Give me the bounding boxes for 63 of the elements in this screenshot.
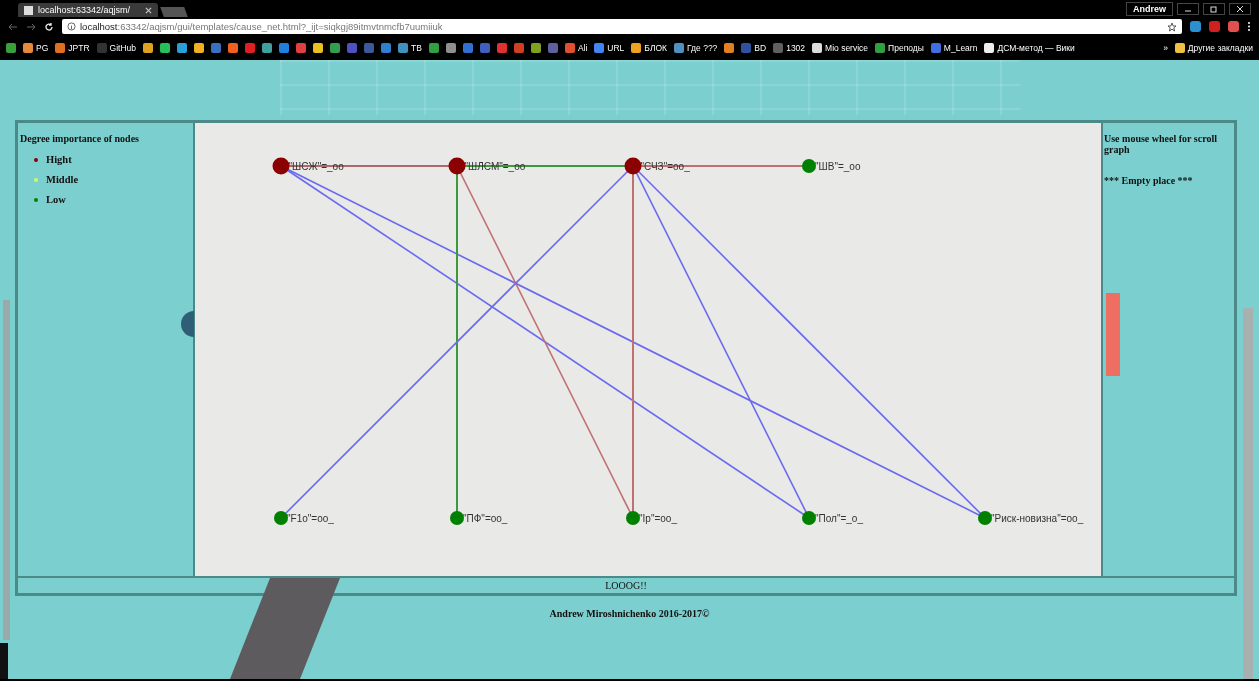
dark-strip xyxy=(0,643,8,679)
bookmark[interactable]: JPTR xyxy=(53,43,92,53)
bookmark[interactable]: BD xyxy=(739,43,769,53)
graph-node[interactable] xyxy=(272,157,290,175)
close-icon xyxy=(1236,4,1244,13)
star-icon[interactable] xyxy=(1167,21,1177,32)
minimize-button[interactable] xyxy=(1177,2,1199,15)
node-label: "Пол"=_o_ xyxy=(815,513,863,524)
graph-node[interactable] xyxy=(978,511,992,525)
node-label: "ПФ"=oo_ xyxy=(463,513,508,524)
extension-icon[interactable] xyxy=(1228,21,1239,32)
bookmark[interactable]: M_Learn xyxy=(928,43,980,53)
graph-node[interactable] xyxy=(274,511,288,525)
extension-icon[interactable] xyxy=(1209,21,1220,32)
bookmark[interactable]: ДСМ-метод — Вики xyxy=(982,43,1077,53)
bookmark[interactable]: GitHub xyxy=(94,43,138,53)
node-label: "ШВ"=_oo xyxy=(815,161,861,172)
footer-text: Andrew Miroshnichenko 2016-2017© xyxy=(548,608,711,619)
bookmark[interactable]: Преподы xyxy=(873,43,926,53)
back-icon[interactable] xyxy=(8,21,18,32)
menu-icon[interactable] xyxy=(1247,21,1251,32)
graph-node[interactable] xyxy=(802,511,816,525)
restore-icon xyxy=(1210,4,1218,13)
address-field[interactable]: localhost:63342/aqjsm/gui/templates/cause_net.html?_ijt=siqkgj89itmvtnmcfb7uumiiuk xyxy=(62,19,1182,34)
log-bar: LOOOG!! xyxy=(17,577,1235,594)
hint-text: Use mouse wheel for scroll graph xyxy=(1104,133,1218,155)
node-label: "F1o"=oo_ xyxy=(287,513,334,524)
bookmark[interactable]: Ali xyxy=(562,43,590,53)
folder-icon xyxy=(1174,43,1185,53)
legend-label: Low xyxy=(46,194,66,205)
legend-label: Middle xyxy=(46,174,79,185)
legend-title: Degree importance of nodes xyxy=(20,133,140,144)
graph-node[interactable] xyxy=(624,157,642,175)
bookmark[interactable]: 1302 xyxy=(771,43,808,53)
forward-icon[interactable] xyxy=(26,21,36,32)
restore-button[interactable] xyxy=(1203,2,1225,15)
profile-button[interactable]: Andrew xyxy=(1126,1,1173,16)
new-tab-button[interactable] xyxy=(160,7,188,17)
node-label: "Ip"=oo_ xyxy=(639,513,677,524)
scrollbar[interactable] xyxy=(3,300,10,640)
scrollbar[interactable] xyxy=(1243,308,1253,679)
info-icon[interactable] xyxy=(67,22,76,31)
page-icon xyxy=(24,5,33,15)
graph-node[interactable] xyxy=(802,159,816,173)
graph-node[interactable] xyxy=(626,511,640,525)
reload-icon[interactable] xyxy=(44,21,54,32)
graph-node[interactable] xyxy=(448,157,466,175)
bookmark[interactable]: Где ??? xyxy=(672,43,720,53)
close-icon[interactable] xyxy=(145,6,152,14)
bookmark[interactable]: БЛОК xyxy=(629,43,670,53)
legend-label: Hight xyxy=(46,154,72,165)
bookmark[interactable]: TB xyxy=(396,43,424,53)
extension-icon[interactable] xyxy=(1190,21,1201,32)
close-button[interactable] xyxy=(1229,2,1251,15)
bookmark[interactable]: Mio service xyxy=(810,43,871,53)
graph-node[interactable] xyxy=(450,511,464,525)
more-bookmarks-button[interactable]: » xyxy=(1161,43,1170,53)
node-label: "Риск-новизна"=oo_ xyxy=(991,513,1084,524)
bookmark[interactable]: URL xyxy=(592,43,627,53)
placeholder-text: *** Empty place *** xyxy=(1104,175,1194,186)
bookmark-folder[interactable]: Другие закладки xyxy=(1172,43,1255,53)
browser-tab[interactable]: localhost:63342/aqjsm/ xyxy=(18,3,158,17)
bookmark[interactable]: PG xyxy=(21,43,51,53)
